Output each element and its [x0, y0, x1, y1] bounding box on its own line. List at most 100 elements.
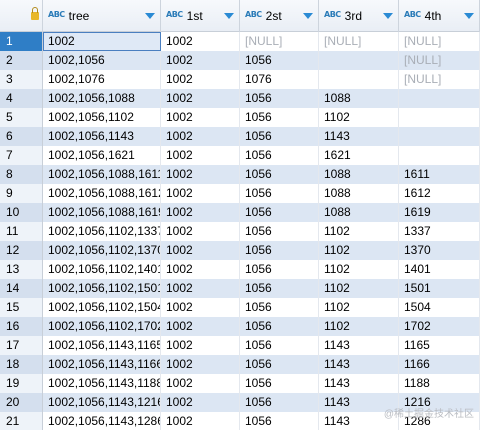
table-cell-c1[interactable]: 1002 — [161, 70, 240, 89]
table-cell-c3[interactable]: 1102 — [319, 317, 399, 336]
table-cell-c2[interactable]: 1056 — [240, 279, 319, 298]
table-cell-c2[interactable]: 1056 — [240, 241, 319, 260]
table-cell-c2[interactable]: 1056 — [240, 222, 319, 241]
sort-dropdown-icon[interactable] — [224, 13, 234, 19]
table-cell-tree[interactable]: 1002,1056,1621 — [43, 146, 161, 165]
table-row[interactable]: 18 1002,1056,1143,1166 1002 1056 1143 1166 — [0, 355, 480, 374]
table-cell-c1[interactable]: 1002 — [161, 108, 240, 127]
table-cell-c1[interactable]: 1002 — [161, 374, 240, 393]
table-cell-c3[interactable] — [319, 51, 399, 70]
table-cell-c4[interactable]: 1166 — [399, 355, 480, 374]
table-cell-c4[interactable]: 1401 — [399, 260, 480, 279]
row-number[interactable]: 1 — [0, 32, 43, 51]
table-row[interactable]: 4 1002,1056,1088 1002 1056 1088 — [0, 89, 480, 108]
table-cell-tree[interactable]: 1002,1056,1143,1165 — [43, 336, 161, 355]
table-row[interactable]: 16 1002,1056,1102,1702 1002 1056 1102 1702 — [0, 317, 480, 336]
table-row[interactable]: 17 1002,1056,1143,1165 1002 1056 1143 1165 — [0, 336, 480, 355]
row-number[interactable]: 2 — [0, 51, 43, 70]
table-cell-c3[interactable]: 1102 — [319, 108, 399, 127]
table-row[interactable]: 5 1002,1056,1102 1002 1056 1102 — [0, 108, 480, 127]
table-cell-c4[interactable]: [NULL] — [399, 51, 480, 70]
table-cell-c4[interactable]: 1611 — [399, 165, 480, 184]
table-cell-c2[interactable]: 1056 — [240, 355, 319, 374]
table-cell-c4[interactable]: 1619 — [399, 203, 480, 222]
table-row[interactable]: 9 1002,1056,1088,1612 1002 1056 1088 1612 — [0, 184, 480, 203]
table-cell-tree[interactable]: 1002,1056,1088,1611 — [43, 165, 161, 184]
table-cell-c4[interactable]: 1504 — [399, 298, 480, 317]
table-cell-c3[interactable] — [319, 70, 399, 89]
column-header-4th[interactable]: ABC 4th — [399, 0, 480, 32]
table-row[interactable]: 6 1002,1056,1143 1002 1056 1143 — [0, 127, 480, 146]
table-row[interactable]: 7 1002,1056,1621 1002 1056 1621 — [0, 146, 480, 165]
table-cell-tree[interactable]: 1002,1056,1102,1702 — [43, 317, 161, 336]
table-cell-c4[interactable] — [399, 89, 480, 108]
table-cell-c2[interactable]: 1056 — [240, 146, 319, 165]
table-cell-c2[interactable]: 1056 — [240, 89, 319, 108]
table-row[interactable]: 14 1002,1056,1102,1501 1002 1056 1102 1501 — [0, 279, 480, 298]
table-cell-tree[interactable]: 1002,1056,1102,1370 — [43, 241, 161, 260]
sort-dropdown-icon[interactable] — [383, 13, 393, 19]
table-row[interactable]: 15 1002,1056,1102,1504 1002 1056 1102 1504 — [0, 298, 480, 317]
table-row[interactable]: 12 1002,1056,1102,1370 1002 1056 1102 1370 — [0, 241, 480, 260]
table-cell-tree[interactable]: 1002,1056,1088 — [43, 89, 161, 108]
table-cell-c1[interactable]: 1002 — [161, 279, 240, 298]
table-cell-c4[interactable]: 1612 — [399, 184, 480, 203]
row-number[interactable]: 15 — [0, 298, 43, 317]
table-cell-c3[interactable]: 1102 — [319, 222, 399, 241]
table-cell-c1[interactable]: 1002 — [161, 203, 240, 222]
column-header-3rd[interactable]: ABC 3rd — [319, 0, 399, 32]
row-number[interactable]: 19 — [0, 374, 43, 393]
row-number[interactable]: 13 — [0, 260, 43, 279]
table-cell-c1[interactable]: 1002 — [161, 355, 240, 374]
table-cell-c1[interactable]: 1002 — [161, 393, 240, 412]
row-number[interactable]: 14 — [0, 279, 43, 298]
row-number[interactable]: 8 — [0, 165, 43, 184]
sort-dropdown-icon[interactable] — [303, 13, 313, 19]
table-cell-c4[interactable]: [NULL] — [399, 32, 480, 51]
table-cell-c4[interactable]: 1702 — [399, 317, 480, 336]
table-cell-c1[interactable]: 1002 — [161, 336, 240, 355]
table-cell-c2[interactable]: 1056 — [240, 260, 319, 279]
row-number[interactable]: 20 — [0, 393, 43, 412]
table-cell-c2[interactable]: 1076 — [240, 70, 319, 89]
table-cell-c3[interactable]: 1143 — [319, 355, 399, 374]
table-cell-c4[interactable]: 1370 — [399, 241, 480, 260]
table-cell-tree[interactable]: 1002,1056,1102,1501 — [43, 279, 161, 298]
table-cell-c2[interactable]: 1056 — [240, 51, 319, 70]
table-cell-c4[interactable]: 1165 — [399, 336, 480, 355]
table-cell-c3[interactable]: [NULL] — [319, 32, 399, 51]
table-cell-c1[interactable]: 1002 — [161, 241, 240, 260]
row-number[interactable]: 7 — [0, 146, 43, 165]
row-number[interactable]: 6 — [0, 127, 43, 146]
table-cell-c2[interactable]: [NULL] — [240, 32, 319, 51]
table-cell-c1[interactable]: 1002 — [161, 89, 240, 108]
table-cell-c4[interactable]: 1337 — [399, 222, 480, 241]
table-cell-c3[interactable]: 1102 — [319, 298, 399, 317]
table-row[interactable]: 10 1002,1056,1088,1619 1002 1056 1088 1619 — [0, 203, 480, 222]
row-number-header[interactable] — [0, 0, 43, 32]
table-cell-c3[interactable]: 1143 — [319, 336, 399, 355]
row-number[interactable]: 16 — [0, 317, 43, 336]
table-cell-c2[interactable]: 1056 — [240, 108, 319, 127]
table-cell-c1[interactable]: 1002 — [161, 32, 240, 51]
table-cell-c1[interactable]: 1002 — [161, 146, 240, 165]
table-cell-c3[interactable]: 1102 — [319, 260, 399, 279]
table-cell-c2[interactable]: 1056 — [240, 317, 319, 336]
table-cell-tree[interactable]: 1002,1056,1143,1286 — [43, 412, 161, 430]
table-cell-c3[interactable]: 1143 — [319, 374, 399, 393]
table-cell-tree[interactable]: 1002,1056,1143,1166 — [43, 355, 161, 374]
table-cell-tree[interactable]: 1002,1056,1102,1337 — [43, 222, 161, 241]
table-row[interactable]: 1 1002 1002 [NULL] [NULL] [NULL] — [0, 32, 480, 51]
table-cell-c1[interactable]: 1002 — [161, 127, 240, 146]
table-cell-c3[interactable]: 1088 — [319, 184, 399, 203]
table-cell-tree[interactable]: 1002,1056,1102,1504 — [43, 298, 161, 317]
table-cell-tree[interactable]: 1002,1056,1143,1216 — [43, 393, 161, 412]
table-cell-c1[interactable]: 1002 — [161, 298, 240, 317]
table-cell-tree[interactable]: 1002,1076 — [43, 70, 161, 89]
table-cell-c3[interactable]: 1102 — [319, 241, 399, 260]
row-number[interactable]: 21 — [0, 412, 43, 430]
column-header-2st[interactable]: ABC 2st — [240, 0, 319, 32]
table-cell-c1[interactable]: 1002 — [161, 51, 240, 70]
table-cell-c1[interactable]: 1002 — [161, 412, 240, 430]
row-number[interactable]: 18 — [0, 355, 43, 374]
